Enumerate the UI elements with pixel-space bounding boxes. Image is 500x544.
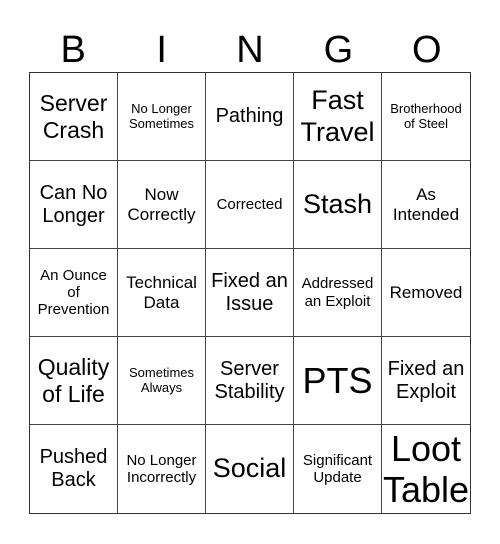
bingo-cell[interactable]: Server Crash [30,73,118,161]
bingo-cell[interactable]: No Longer Incorrectly [118,425,206,513]
bingo-cell[interactable]: As Intended [382,161,470,249]
bingo-cell[interactable]: Can No Longer [30,161,118,249]
bingo-cell[interactable]: Pathing [206,73,294,161]
header-letter-b: B [60,29,86,71]
bingo-cell[interactable]: Quality of Life [30,337,118,425]
bingo-cell[interactable]: Fixed an Exploit [382,337,470,425]
bingo-cell[interactable]: Social [206,425,294,513]
bingo-cell[interactable]: Loot Table [382,425,470,513]
bingo-cell[interactable]: Technical Data [118,249,206,337]
bingo-cell[interactable]: No Longer Sometimes [118,73,206,161]
bingo-cell[interactable]: Now Correctly [118,161,206,249]
header-letter-g: G [323,29,354,71]
bingo-cell[interactable]: Significant Update [294,425,382,513]
header-letter-o: O [412,29,442,71]
header-letter-n: N [236,29,264,71]
bingo-cell[interactable]: Pushed Back [30,425,118,513]
bingo-header: B I N G O [29,28,471,72]
bingo-cell[interactable]: An Ounce of Prevention [30,249,118,337]
bingo-cell[interactable]: Server Stability [206,337,294,425]
bingo-cell[interactable]: Sometimes Always [118,337,206,425]
header-letter-i: I [156,29,167,71]
bingo-cell[interactable]: Addressed an Exploit [294,249,382,337]
bingo-cell[interactable]: Corrected [206,161,294,249]
bingo-cell[interactable]: Removed [382,249,470,337]
bingo-cell[interactable]: Brotherhood of Steel [382,73,470,161]
bingo-grid: Server Crash No Longer Sometimes Pathing Fa… [29,72,471,514]
bingo-cell[interactable]: Fixed an Issue [206,249,294,337]
bingo-cell[interactable]: Stash [294,161,382,249]
bingo-cell[interactable]: Fast Travel [294,73,382,161]
bingo-cell[interactable]: PTS [294,337,382,425]
